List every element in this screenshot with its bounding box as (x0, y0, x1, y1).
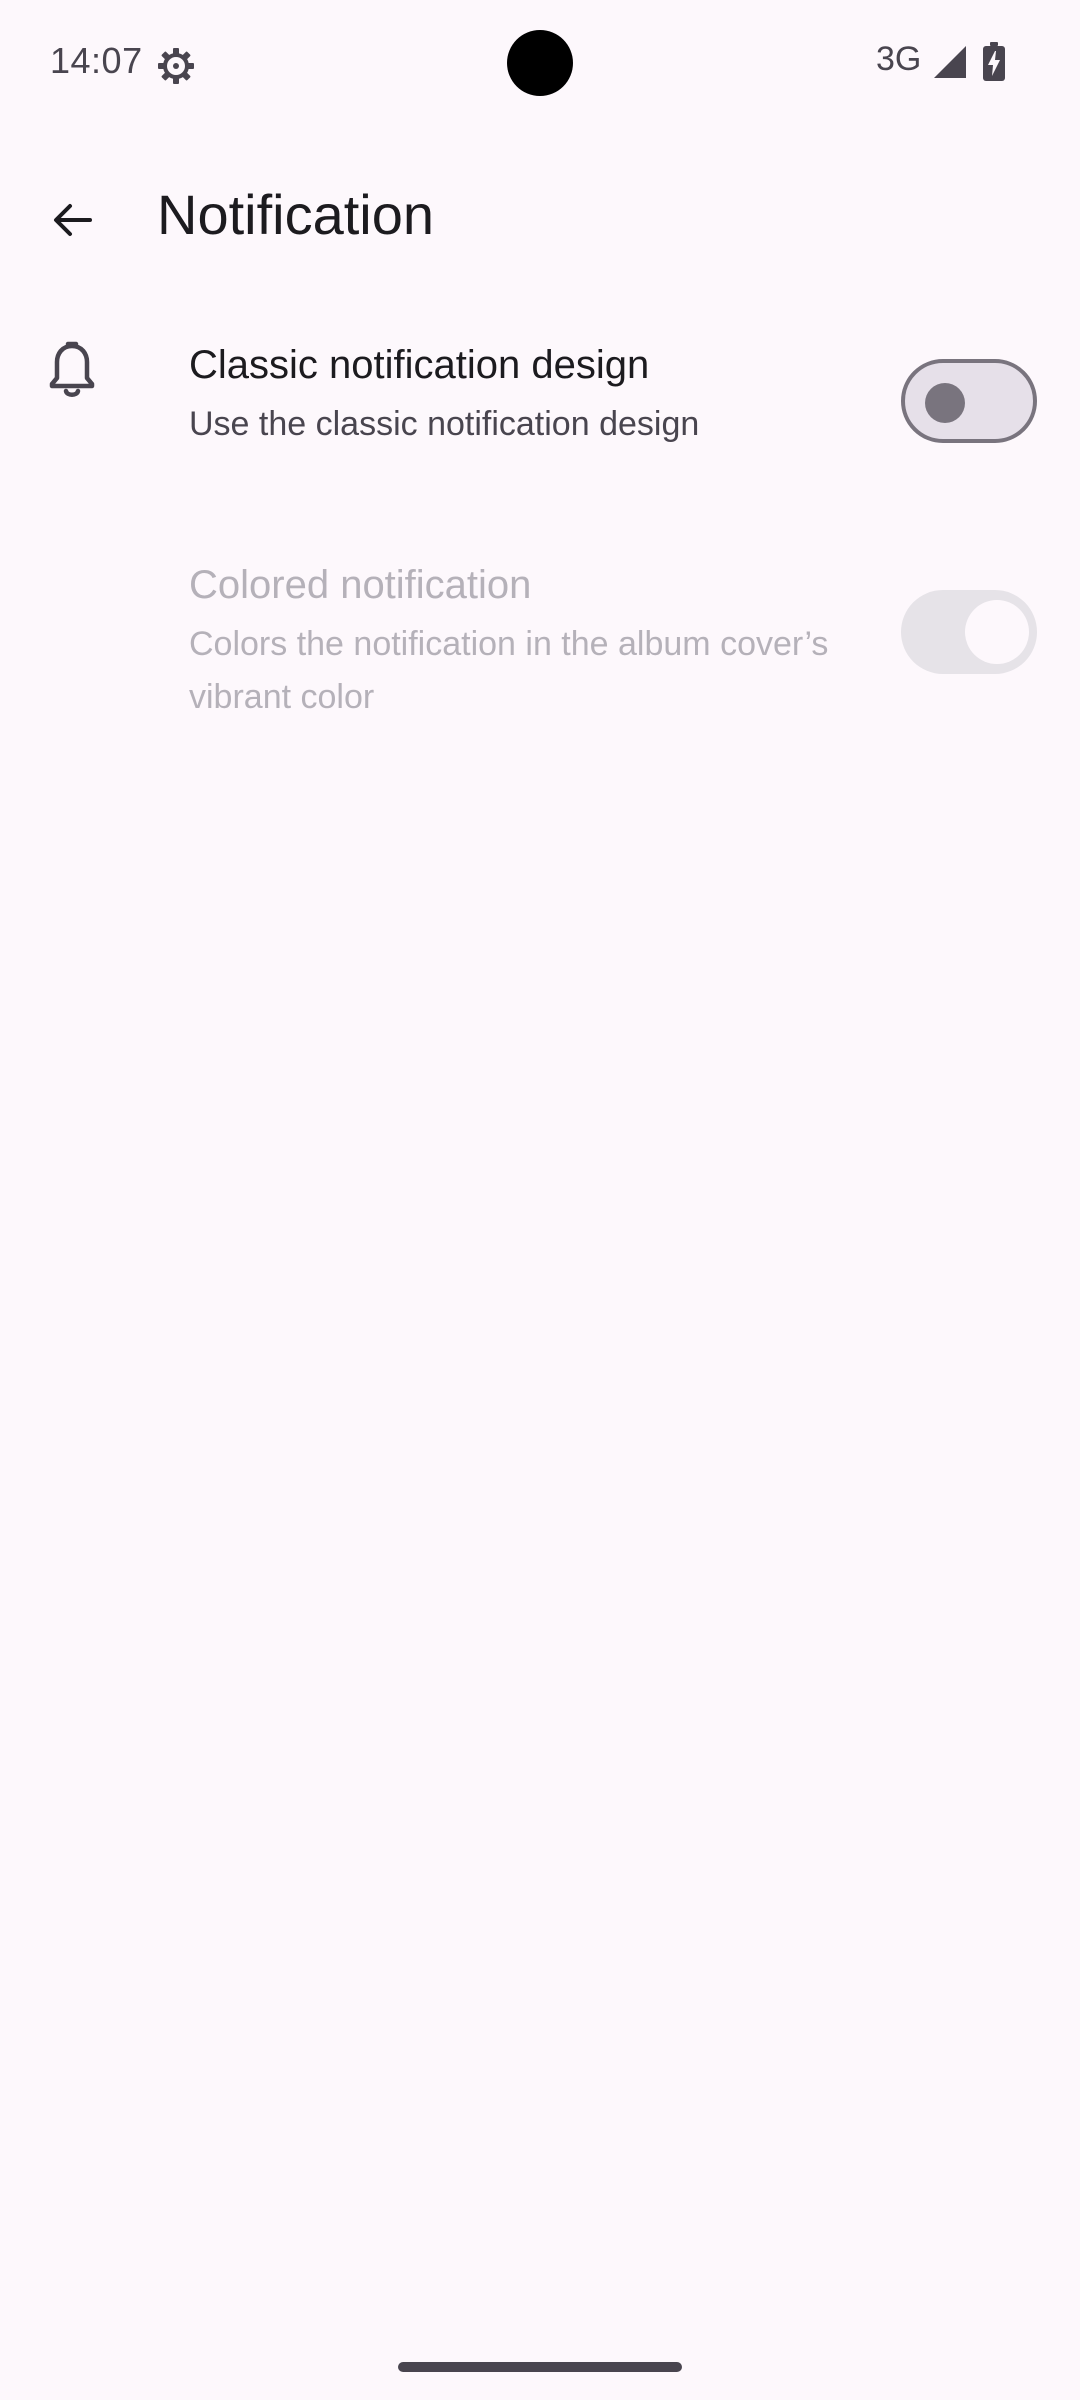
gesture-nav-handle[interactable] (398, 2362, 682, 2372)
bell-icon (44, 340, 100, 400)
setting-summary: Use the classic notification design (189, 405, 700, 443)
status-time: 14:07 (50, 40, 143, 81)
colored-notification-switch (901, 590, 1037, 674)
status-bar: 14:07 3G (0, 0, 1080, 130)
classic-notification-switch[interactable] (901, 359, 1037, 443)
top-app-bar: Notification (0, 150, 1080, 280)
switch-thumb (965, 600, 1029, 664)
setting-title: Classic notification design (189, 343, 650, 387)
signal-icon (932, 44, 968, 80)
page-title: Notification (157, 183, 435, 246)
battery-charging-icon (982, 42, 1006, 82)
network-type-label: 3G (876, 40, 922, 78)
setting-summary: Colors the notification in the album cov… (189, 625, 829, 716)
setting-text: Colored notification Colors the notifica… (189, 560, 839, 724)
back-button[interactable] (30, 180, 114, 264)
camera-cutout (507, 30, 573, 96)
setting-title: Colored notification (189, 563, 532, 607)
switch-thumb (925, 383, 965, 423)
setting-colored-notification: Colored notification Colors the notifica… (0, 540, 1080, 730)
gear-icon (156, 46, 196, 86)
setting-classic-notification-design[interactable]: Classic notification design Use the clas… (0, 320, 1080, 480)
setting-text: Classic notification design Use the clas… (189, 340, 839, 451)
arrow-back-icon (48, 196, 96, 249)
